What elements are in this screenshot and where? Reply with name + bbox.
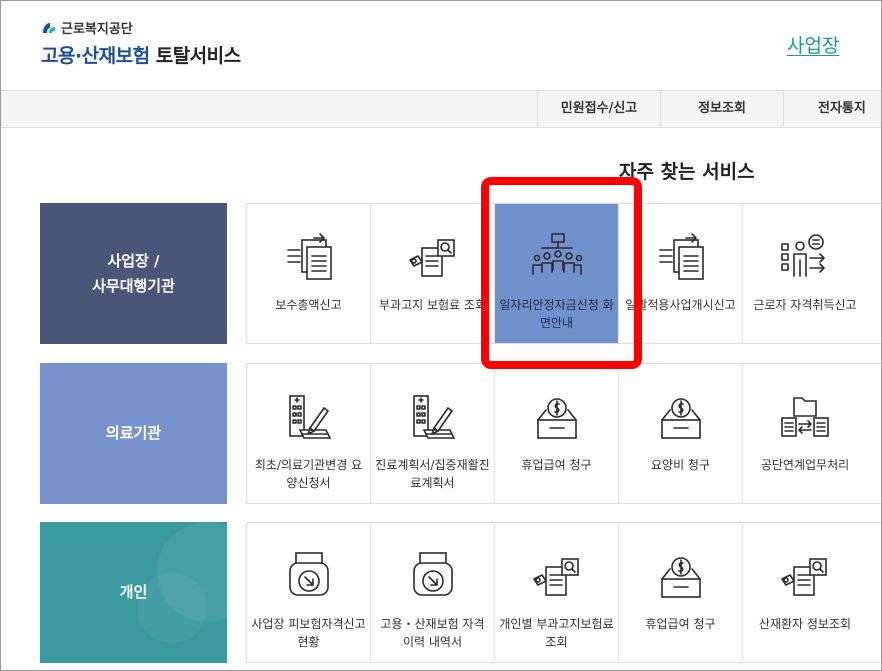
tile-sick-leave-claim[interactable]: 휴업급여 청구 <box>495 364 619 503</box>
printer-arrow-icon <box>280 549 338 607</box>
section-heading: 자주 찾는 서비스 <box>619 161 755 183</box>
folder-exchange-icon <box>776 390 834 448</box>
tile-label: 사업장 피보험자격신고현황 <box>251 617 366 649</box>
tile-injured-worker-info[interactable]: 산재환자 정보조회 <box>743 523 867 662</box>
category-label: 사업장 / 사무대행기관 <box>92 251 175 295</box>
service-row-personal: 사업장 피보험자격신고현황 고용・산재보험 자격 이력 내역서 개인별 부과고지… <box>246 522 881 663</box>
tile-label: 휴업급여 청구 <box>645 617 716 631</box>
tile-label: 공단연계업무처리 <box>760 458 850 472</box>
tile-job-stabilization[interactable]: 일자리안정자금신청 화면안내 <box>495 204 619 343</box>
document-search-icon <box>404 230 462 288</box>
category-label: 의료기관 <box>105 424 162 443</box>
tile-wage-report[interactable]: 보수총액신고 <box>247 204 371 343</box>
tile-insured-status[interactable]: 사업장 피보험자격신고현황 <box>247 523 371 662</box>
printer-arrow-icon <box>404 549 462 607</box>
document-search-icon <box>528 549 586 607</box>
tile-label: 고용・산재보험 자격 이력 내역서 <box>380 617 485 649</box>
service-title-rest: 토탈서비스 <box>149 45 241 67</box>
page-frame: 근로복지공단 고용·산재보험 토탈서비스 사업장 민원접수/신고 정보조회 전자… <box>0 0 882 671</box>
tile-label: 진료계획서/집중재활진료계획서 <box>375 458 490 490</box>
group-people-icon <box>528 230 586 288</box>
tile-sick-leave-claim-personal[interactable]: 휴업급여 청구 <box>619 523 743 662</box>
org-name: 근로복지공단 <box>61 22 133 37</box>
tile-initial-care-application[interactable]: 최초/의료기관변경 요양신청서 <box>247 364 371 503</box>
money-box-icon <box>652 390 710 448</box>
money-box-icon <box>652 549 710 607</box>
tile-label: 요양비 청구 <box>650 458 710 472</box>
tile-label: 일자리안정자금신청 화면안내 <box>499 298 614 330</box>
person-checklist-icon <box>776 230 834 288</box>
tile-label: 개인별 부과고지보험료 조회 <box>499 617 614 649</box>
tile-premium-inquiry[interactable]: 부과고지 보험료 조회 <box>371 204 495 343</box>
tile-business-start[interactable]: 일괄적용사업개시신고 <box>619 204 743 343</box>
org-logo: 근로복지공단 <box>41 18 241 37</box>
tile-label: 최초/의료기관변경 요양신청서 <box>254 458 363 490</box>
nav-item-complaint[interactable]: 민원접수/신고 <box>537 91 660 127</box>
service-title: 고용·산재보험 토탈서비스 <box>41 41 241 68</box>
nav-item-notice[interactable]: 전자통지 <box>783 91 881 127</box>
tile-medical-expense-claim[interactable]: 요양비 청구 <box>619 364 743 503</box>
service-row-workplace: 보수총액신고 부과고지 보험료 조회 일자리안정자금신청 화면안내 일괄적용사업… <box>246 203 881 344</box>
tile-label: 보수총액신고 <box>275 298 342 312</box>
tile-linked-work[interactable]: 공단연계업무처리 <box>743 364 867 503</box>
category-medical[interactable]: 의료기관 <box>40 363 227 504</box>
kcomwel-logo-icon <box>43 22 55 33</box>
workplace-link[interactable]: 사업장 <box>787 31 839 58</box>
tile-personal-premium[interactable]: 개인별 부과고지보험료 조회 <box>495 523 619 662</box>
brand[interactable]: 근로복지공단 고용·산재보험 토탈서비스 <box>41 18 241 68</box>
document-arrow-icon <box>280 230 338 288</box>
tile-label: 산재환자 정보조회 <box>758 617 852 631</box>
document-arrow-icon <box>652 230 710 288</box>
main-nav: 민원접수/신고 정보조회 전자통지 <box>1 90 881 128</box>
document-search-icon <box>776 549 834 607</box>
tile-label: 일괄적용사업개시신고 <box>625 298 736 312</box>
tile-label: 휴업급여 청구 <box>521 458 592 472</box>
category-label: 개인 <box>119 583 148 602</box>
money-box-icon <box>528 390 586 448</box>
tile-qualification-history[interactable]: 고용・산재보험 자격 이력 내역서 <box>371 523 495 662</box>
hospital-pen-icon <box>404 390 462 448</box>
tile-worker-acquisition[interactable]: 근로자 자격취득신고 <box>743 204 867 343</box>
service-title-accent: 고용·산재보험 <box>41 45 150 67</box>
nav-item-info[interactable]: 정보조회 <box>660 91 783 127</box>
category-workplace[interactable]: 사업장 / 사무대행기관 <box>40 203 227 344</box>
tile-label: 근로자 자격취득신고 <box>753 298 857 312</box>
tile-care-plan[interactable]: 진료계획서/집중재활진료계획서 <box>371 364 495 503</box>
category-personal[interactable]: 개인 <box>40 522 227 663</box>
tile-label: 부과고지 보험료 조회 <box>379 298 486 312</box>
hospital-pen-icon <box>280 390 338 448</box>
service-row-medical: 최초/의료기관변경 요양신청서 진료계획서/집중재활진료계획서 휴업급여 청구 … <box>246 363 881 504</box>
